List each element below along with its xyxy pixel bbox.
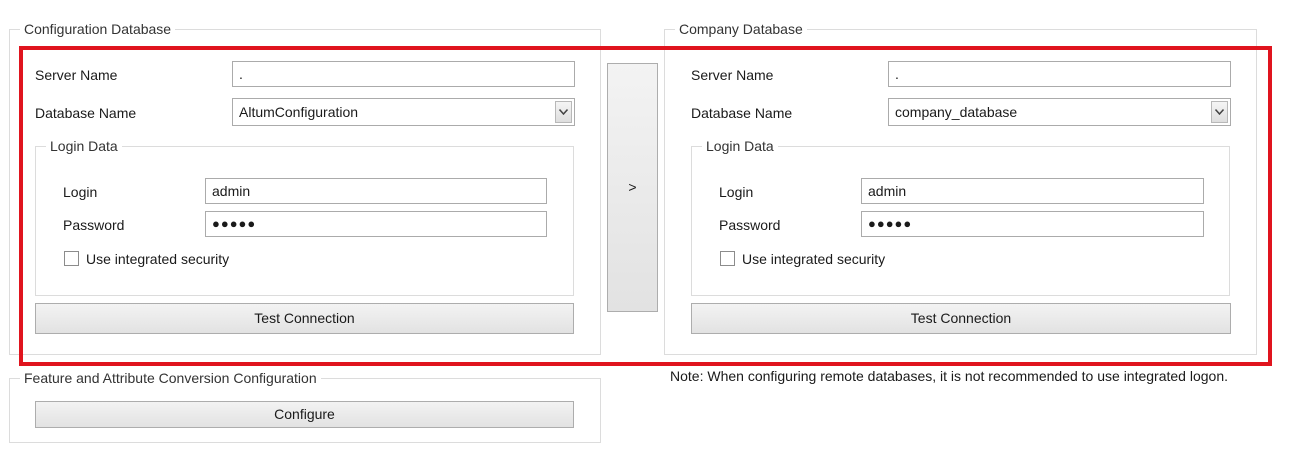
company-login-input[interactable]: admin (861, 178, 1204, 204)
company-login-label: Login (719, 184, 754, 200)
config-integrated-security-checkbox[interactable] (64, 251, 79, 266)
company-database-name-select[interactable]: company_database (888, 98, 1231, 126)
company-database-name-value: company_database (895, 104, 1018, 120)
config-database-name-label: Database Name (35, 105, 137, 121)
company-database-name-label: Database Name (691, 105, 793, 121)
chevron-down-icon[interactable] (1211, 101, 1228, 123)
company-integrated-security-label[interactable]: Use integrated security (742, 250, 885, 268)
config-test-connection-button[interactable]: Test Connection (35, 303, 574, 334)
copy-settings-button[interactable]: > (607, 63, 658, 312)
company-login-data-title: Login Data (702, 138, 778, 154)
config-login-input[interactable]: admin (205, 178, 547, 204)
config-integrated-security-label[interactable]: Use integrated security (86, 250, 229, 268)
company-login-data-group: Login Data Login admin Password ●●●●● Us… (691, 138, 1230, 296)
configuration-database-group: Configuration Database Server Name . Dat… (9, 21, 601, 355)
config-server-name-label: Server Name (35, 67, 118, 83)
company-password-label: Password (719, 217, 781, 233)
config-login-label: Login (63, 184, 98, 200)
config-login-data-group: Login Data Login admin Password ●●●●● Us… (35, 138, 574, 296)
configure-button[interactable]: Configure (35, 401, 574, 428)
config-password-label: Password (63, 217, 125, 233)
config-login-data-title: Login Data (46, 138, 122, 154)
company-password-input[interactable]: ●●●●● (861, 211, 1204, 237)
chevron-down-icon[interactable] (555, 101, 572, 123)
company-server-name-label: Server Name (691, 67, 774, 83)
company-test-connection-button[interactable]: Test Connection (691, 303, 1231, 334)
company-database-title: Company Database (675, 21, 807, 37)
company-database-group: Company Database Server Name . Database … (664, 21, 1257, 355)
integrated-logon-note: Note: When configuring remote databases,… (670, 368, 1228, 384)
config-password-input[interactable]: ●●●●● (205, 211, 547, 237)
config-database-name-value: AltumConfiguration (239, 104, 359, 120)
feature-conversion-group: Feature and Attribute Conversion Configu… (9, 370, 601, 443)
company-integrated-security-checkbox[interactable] (720, 251, 735, 266)
configuration-database-title: Configuration Database (20, 21, 176, 37)
config-server-name-input[interactable]: . (232, 61, 575, 87)
feature-conversion-title: Feature and Attribute Conversion Configu… (20, 370, 321, 386)
company-server-name-input[interactable]: . (888, 61, 1231, 87)
config-database-name-select[interactable]: AltumConfiguration (232, 98, 575, 126)
